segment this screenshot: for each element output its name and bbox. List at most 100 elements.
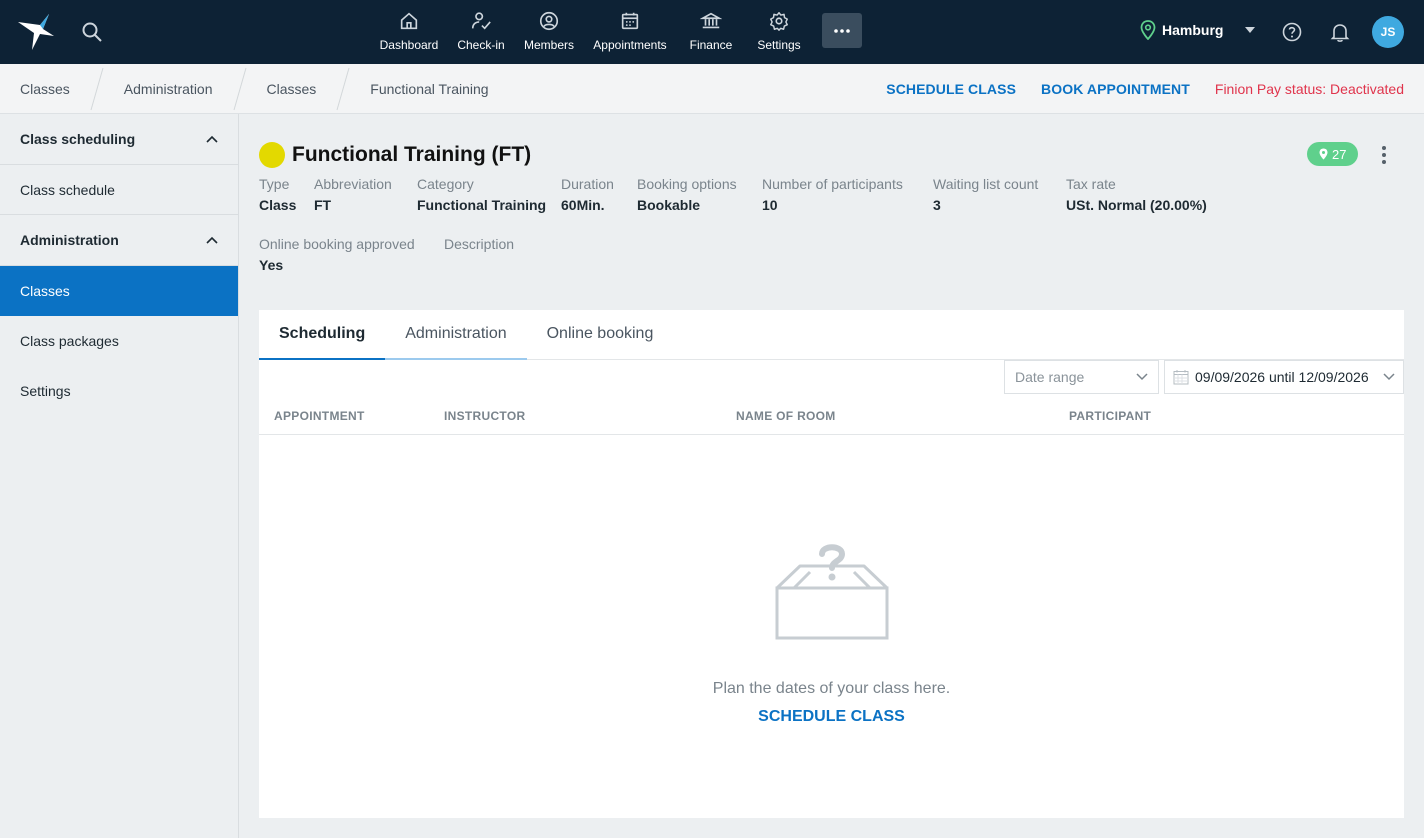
- meta-tax-rate: Tax rate USt. Normal (20.00%): [1066, 176, 1216, 213]
- chevron-up-icon: [206, 135, 218, 143]
- location-name: Hamburg: [1162, 22, 1224, 38]
- schedule-class-link[interactable]: SCHEDULE CLASS: [886, 81, 1016, 97]
- sidebar-section-label: Administration: [20, 232, 119, 248]
- nav-members-label: Members: [523, 38, 574, 52]
- top-navigation-bar: Dashboard Check-in Members Appointments …: [0, 0, 1424, 64]
- meta-value: 3: [933, 197, 941, 213]
- tab-bar: Scheduling Administration Online booking: [259, 310, 1404, 360]
- nav-members[interactable]: Members: [516, 0, 582, 64]
- meta-duration: Duration 60Min.: [561, 176, 620, 213]
- calendar-icon: [621, 12, 639, 30]
- meta-value: 10: [762, 197, 778, 213]
- location-count-badge[interactable]: 27: [1307, 142, 1359, 166]
- chevron-down-icon: [1383, 373, 1395, 381]
- sidebar-item-class-packages[interactable]: Class packages: [0, 316, 238, 366]
- location-selector[interactable]: Hamburg: [1140, 20, 1256, 40]
- filters: Date range 09/09/2026 until 12/09/2026: [1004, 360, 1404, 394]
- meta-value: USt. Normal (20.00%): [1066, 197, 1207, 213]
- meta-label: Category: [417, 176, 474, 192]
- nav-finance[interactable]: Finance: [678, 0, 744, 64]
- meta-booking-options: Booking options Bookable: [637, 176, 745, 213]
- sidebar-item-label: Class schedule: [20, 181, 115, 198]
- home-icon: [400, 12, 418, 30]
- bank-icon: [700, 12, 722, 29]
- breadcrumb-administration[interactable]: Administration: [104, 64, 233, 114]
- bell-icon[interactable]: [1330, 21, 1350, 43]
- more-menu-button[interactable]: [822, 13, 862, 48]
- table-header: APPOINTMENT INSTRUCTOR NAME OF ROOM PART…: [259, 400, 1404, 435]
- meta-label: Description: [444, 236, 515, 252]
- sidebar-section-class-scheduling[interactable]: Class scheduling: [0, 114, 238, 165]
- meta-description: Description: [444, 236, 544, 273]
- meta-value: Class: [259, 197, 297, 213]
- more-options-icon[interactable]: [1374, 144, 1394, 166]
- meta-label: Type: [259, 176, 290, 192]
- date-range-placeholder: Date range: [1015, 369, 1085, 385]
- breadcrumb-bar: Classes Administration Classes Functiona…: [0, 64, 1424, 114]
- breadcrumb-current: Functional Training: [370, 81, 489, 97]
- sidebar-item-settings[interactable]: Settings: [0, 366, 238, 416]
- nav-dashboard[interactable]: Dashboard: [372, 0, 446, 64]
- breadcrumb-classes[interactable]: Classes: [0, 64, 90, 114]
- tab-online-booking[interactable]: Online booking: [527, 310, 674, 360]
- nav-finance-label: Finance: [689, 38, 733, 52]
- date-picker[interactable]: 09/09/2026 until 12/09/2026: [1164, 360, 1404, 394]
- empty-box-icon: [775, 544, 888, 640]
- sidebar-item-label: Class packages: [20, 333, 119, 349]
- tab-scheduling[interactable]: Scheduling: [259, 310, 386, 360]
- location-pin-icon: [1140, 20, 1156, 40]
- empty-state-schedule-class-link[interactable]: SCHEDULE CLASS: [758, 708, 905, 726]
- meta-value: FT: [314, 197, 332, 213]
- meta-value: 60Min.: [561, 197, 605, 213]
- app-logo-icon[interactable]: [16, 12, 56, 52]
- book-appointment-link[interactable]: BOOK APPOINTMENT: [1041, 81, 1190, 97]
- column-header-room[interactable]: NAME OF ROOM: [736, 409, 836, 423]
- user-avatar[interactable]: JS: [1372, 16, 1404, 48]
- sidebar-item-label: Classes: [20, 283, 70, 299]
- sidebar-item-class-schedule[interactable]: Class schedule: [0, 165, 238, 215]
- meta-abbreviation: Abbreviation FT: [314, 176, 400, 213]
- chevron-up-icon: [206, 236, 218, 244]
- nav-dashboard-label: Dashboard: [379, 38, 439, 52]
- sidebar-section-administration[interactable]: Administration: [0, 215, 238, 266]
- sidebar-item-label: Settings: [20, 383, 71, 399]
- scheduling-panel: Scheduling Administration Online booking…: [259, 310, 1404, 818]
- sidebar-item-classes[interactable]: Classes: [0, 266, 238, 316]
- date-range-select[interactable]: Date range: [1004, 360, 1159, 394]
- meta-value: Yes: [259, 257, 284, 273]
- column-header-appointment[interactable]: APPOINTMENT: [274, 409, 365, 423]
- help-icon[interactable]: [1281, 21, 1303, 43]
- breadcrumb-separator-icon: [233, 67, 246, 111]
- column-header-participant[interactable]: PARTICIPANT: [1069, 409, 1151, 423]
- meta-online-booking-approved: Online booking approved Yes: [259, 236, 427, 273]
- meta-category: Category Functional Training: [417, 176, 546, 213]
- class-color-dot: [259, 142, 285, 168]
- meta-label: Abbreviation: [314, 176, 392, 192]
- meta-value: Bookable: [637, 197, 701, 213]
- pay-status-text[interactable]: Finion Pay status: Deactivated: [1215, 81, 1404, 97]
- empty-state: Plan the dates of your class here. SCHED…: [259, 544, 1404, 726]
- members-icon: [539, 11, 559, 31]
- meta-label: Tax rate: [1066, 176, 1116, 192]
- calendar-icon: [1173, 370, 1189, 385]
- breadcrumb: Classes Administration Classes Functiona…: [0, 64, 509, 114]
- breadcrumb-classes-2[interactable]: Classes: [247, 64, 337, 114]
- header-actions: SCHEDULE CLASS BOOK APPOINTMENT Finion P…: [886, 64, 1404, 114]
- chevron-down-icon: [1136, 373, 1148, 381]
- date-range-value: 09/09/2026 until 12/09/2026: [1195, 369, 1369, 385]
- nav-check-in[interactable]: Check-in: [446, 0, 516, 64]
- class-meta-row-1: Type Class Abbreviation FT Category Func…: [259, 176, 1233, 213]
- breadcrumb-separator-icon: [336, 67, 350, 111]
- search-icon[interactable]: [80, 20, 104, 44]
- meta-type: Type Class: [259, 176, 297, 213]
- breadcrumb-separator-icon: [90, 67, 104, 111]
- meta-label: Online booking approved: [259, 236, 415, 252]
- empty-state-text: Plan the dates of your class here.: [712, 680, 951, 697]
- tab-administration[interactable]: Administration: [385, 310, 527, 360]
- nav-settings[interactable]: Settings: [744, 0, 814, 64]
- column-header-instructor[interactable]: INSTRUCTOR: [444, 409, 525, 423]
- sidebar-section-label: Class scheduling: [20, 131, 136, 147]
- nav-settings-label: Settings: [757, 38, 801, 52]
- nav-check-in-label: Check-in: [457, 38, 505, 52]
- nav-appointments[interactable]: Appointments: [582, 0, 678, 64]
